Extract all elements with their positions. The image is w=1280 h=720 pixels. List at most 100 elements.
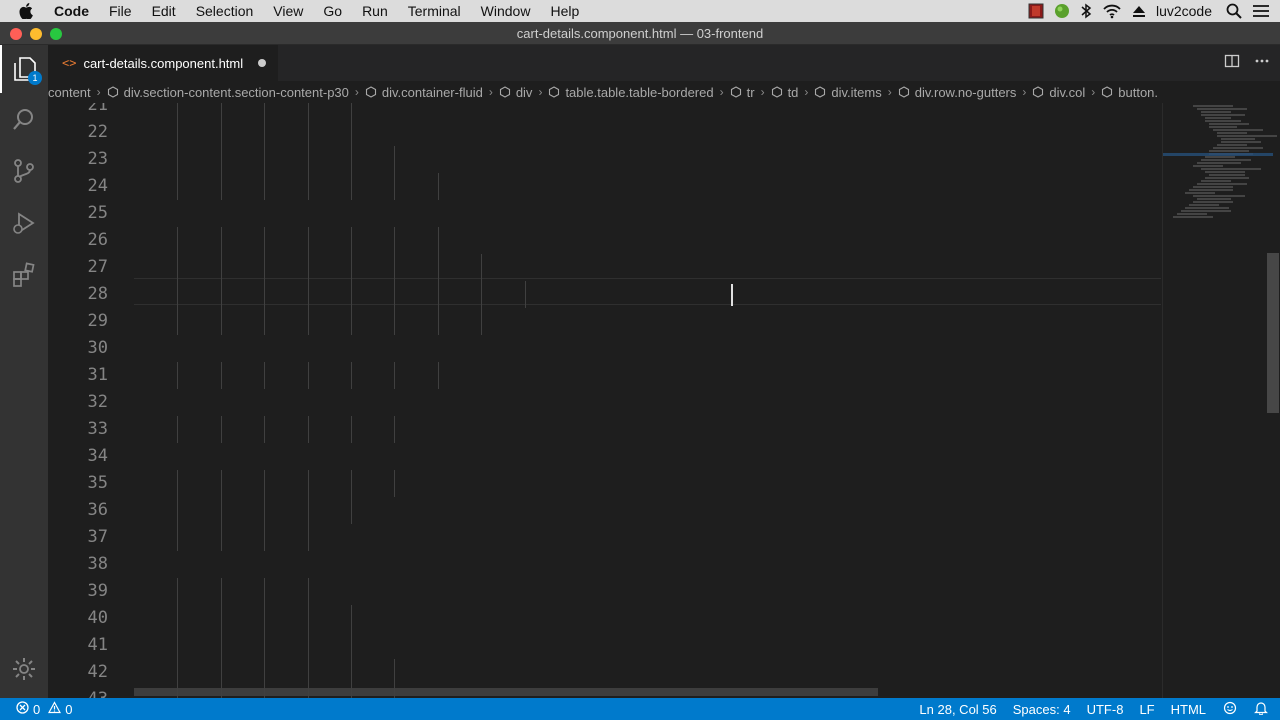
line-number: 36 — [87, 500, 108, 520]
indent-guide — [220, 227, 222, 254]
breadcrumb-item[interactable]: div.container-fluid — [365, 85, 483, 100]
chevron-right-icon: › — [96, 85, 101, 99]
error-count[interactable]: 0 — [33, 702, 40, 717]
menu-help[interactable]: Help — [550, 0, 579, 22]
indent-guide — [220, 632, 222, 659]
line-number: 30 — [87, 338, 108, 358]
indent-guide — [177, 119, 179, 146]
split-editor-icon[interactable] — [1224, 53, 1240, 74]
warning-count[interactable]: 0 — [65, 702, 72, 717]
element-icon — [1101, 86, 1113, 98]
indent-guide — [394, 416, 396, 443]
wifi-icon[interactable] — [1102, 0, 1122, 22]
indent-guide — [307, 632, 309, 659]
indent-guide — [264, 686, 266, 698]
indentation[interactable]: Spaces: 4 — [1013, 702, 1071, 717]
line-number: 33 — [87, 419, 108, 439]
breadcrumb-item[interactable]: button. — [1101, 85, 1158, 100]
unsaved-dot-icon[interactable] — [258, 59, 266, 67]
indent-guide — [307, 686, 309, 698]
menu-app-name[interactable]: Code — [54, 0, 89, 22]
menu-edit[interactable]: Edit — [152, 0, 176, 22]
file-encoding[interactable]: UTF-8 — [1087, 702, 1124, 717]
feedback-icon[interactable] — [1222, 701, 1238, 718]
indent-guide — [220, 103, 222, 119]
menu-go[interactable]: Go — [323, 0, 342, 22]
extensions-icon[interactable] — [0, 251, 48, 299]
cursor-position[interactable]: Ln 28, Col 56 — [919, 702, 996, 717]
warnings-icon[interactable] — [48, 701, 62, 717]
breadcrumb-item[interactable]: content — [48, 85, 91, 100]
language-mode[interactable]: HTML — [1171, 702, 1206, 717]
element-icon — [1032, 86, 1044, 98]
source-control-icon[interactable] — [0, 147, 48, 195]
breadcrumb-item[interactable]: div.items — [814, 85, 882, 100]
macos-menubar: Code File Edit Selection View Go Run Ter… — [0, 0, 1280, 22]
explorer-icon[interactable]: 1 — [0, 45, 48, 93]
indent-guide — [394, 254, 396, 281]
indent-guide — [307, 497, 309, 524]
vertical-scrollbar[interactable] — [1267, 253, 1279, 413]
minimize-window-button[interactable] — [30, 28, 42, 40]
run-debug-icon[interactable] — [0, 199, 48, 247]
element-icon — [730, 86, 742, 98]
horizontal-scrollbar[interactable] — [134, 688, 878, 696]
indent-guide — [351, 659, 352, 686]
indent-guide — [220, 146, 222, 173]
errors-icon[interactable] — [16, 701, 29, 717]
indent-guide — [351, 416, 352, 443]
breadcrumb-item[interactable]: div.col — [1032, 85, 1085, 100]
indent-guide — [177, 659, 179, 686]
breadcrumb-item[interactable]: div.row.no-gutters — [898, 85, 1016, 100]
breadcrumb-item[interactable]: div.section-content.section-content-p30 — [107, 85, 349, 100]
tab-cart-details[interactable]: <> cart-details.component.html — [48, 45, 278, 81]
menu-run[interactable]: Run — [362, 0, 388, 22]
status-green-icon[interactable] — [1054, 0, 1070, 22]
indent-guide — [437, 173, 439, 200]
search-icon[interactable] — [0, 95, 48, 143]
indent-guide — [351, 470, 352, 497]
line-number: 31 — [87, 365, 108, 385]
end-of-line[interactable]: LF — [1139, 702, 1154, 717]
explorer-badge: 1 — [28, 71, 42, 85]
eject-icon[interactable] — [1132, 0, 1146, 22]
indent-guide — [307, 227, 309, 254]
spotlight-search-icon[interactable] — [1226, 0, 1242, 22]
indent-guide — [307, 119, 309, 146]
code-editor[interactable]: 21 22 23 24 25 26 27 28 29 30 31 32 33 34 35 36 37 38 39 40… — [48, 103, 1280, 698]
menu-window[interactable]: Window — [481, 0, 531, 22]
menu-view[interactable]: View — [273, 0, 303, 22]
menubar-user[interactable]: luv2code — [1156, 0, 1212, 22]
breadcrumb-item[interactable]: td — [771, 85, 798, 100]
indent-guide — [220, 524, 222, 551]
zoom-window-button[interactable] — [50, 28, 62, 40]
indent-guide — [220, 308, 222, 335]
indent-guide — [394, 362, 396, 389]
chevron-right-icon: › — [1091, 85, 1096, 99]
line-number: 39 — [87, 581, 108, 601]
line-number: 32 — [87, 392, 108, 412]
indent-guide — [351, 173, 352, 200]
indent-guide — [307, 308, 309, 335]
indent-guide — [264, 119, 266, 146]
menu-file[interactable]: File — [109, 0, 132, 22]
menu-terminal[interactable]: Terminal — [408, 0, 461, 22]
manage-gear-icon[interactable] — [0, 645, 48, 693]
breadcrumb-item[interactable]: tr — [730, 85, 755, 100]
current-line-highlight — [134, 278, 1161, 305]
screen-recorder-icon[interactable] — [1028, 0, 1044, 22]
indent-guide — [177, 254, 179, 281]
line-number: 21 — [87, 103, 108, 115]
apple-icon[interactable] — [19, 3, 35, 19]
indent-guide — [264, 146, 266, 173]
close-window-button[interactable] — [10, 28, 22, 40]
menu-selection[interactable]: Selection — [196, 0, 254, 22]
bluetooth-icon[interactable] — [1080, 0, 1092, 22]
breadcrumb-item[interactable]: div — [499, 85, 532, 100]
notifications-bell-icon[interactable] — [1254, 701, 1268, 718]
more-actions-icon[interactable] — [1254, 53, 1270, 74]
indent-guide — [177, 103, 179, 119]
control-center-icon[interactable] — [1252, 0, 1270, 22]
breadcrumb-item[interactable]: table.table.table-bordered — [548, 85, 714, 100]
minimap[interactable] — [1162, 103, 1280, 698]
